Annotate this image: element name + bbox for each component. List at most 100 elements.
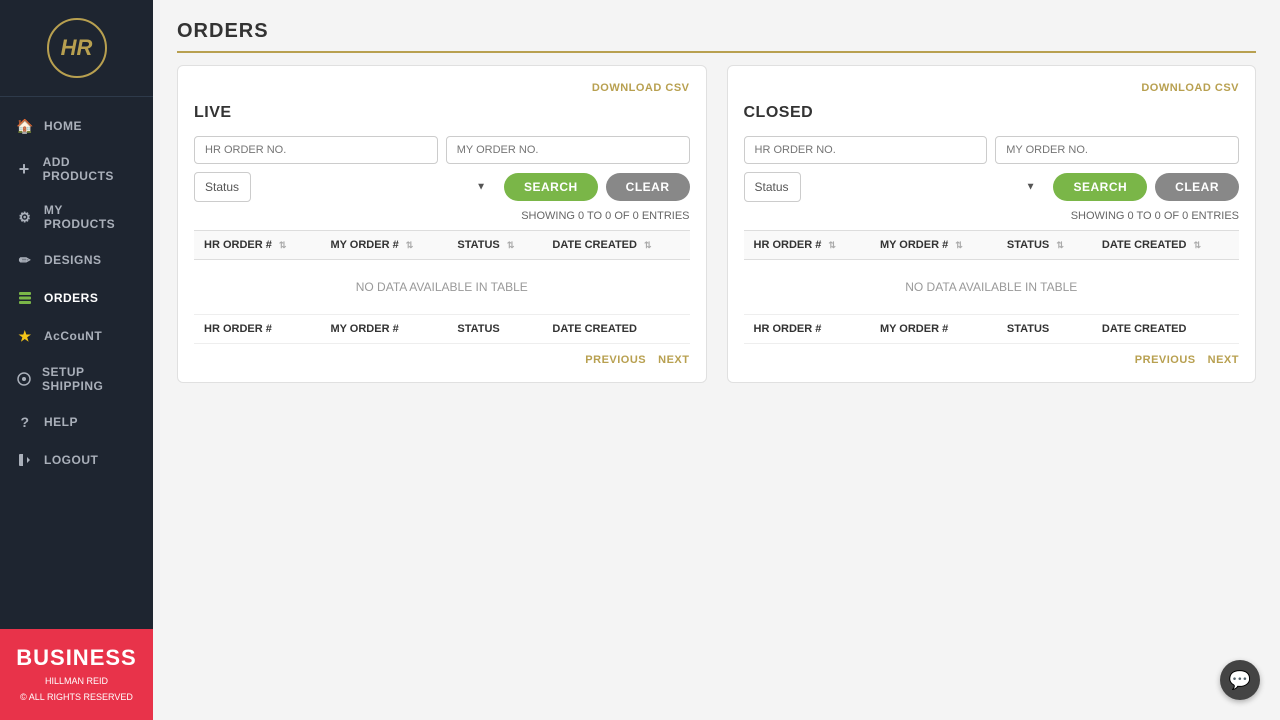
sidebar-item-orders[interactable]: ORDERS xyxy=(0,279,153,317)
live-table-footer: HR ORDER # MY ORDER # STATUS DATE CREATE… xyxy=(194,315,690,344)
star-icon: ★ xyxy=(16,327,34,345)
sidebar-label-orders: ORDERS xyxy=(44,291,98,305)
live-my-order-input[interactable] xyxy=(446,136,690,164)
live-footer-hr-order: HR ORDER # xyxy=(194,315,320,344)
live-col-hr-order[interactable]: HR ORDER # ⇅ xyxy=(194,231,320,260)
closed-col-date-created[interactable]: DATE CREATED ⇅ xyxy=(1092,231,1239,260)
closed-table-header: HR ORDER # ⇅ MY ORDER # ⇅ STATUS ⇅ DAT xyxy=(744,231,1240,260)
live-status-select[interactable]: Status xyxy=(194,172,251,202)
sidebar-navigation: 🏠 HOME + ADD PRODUCTS ⚙ MY PRODUCTS ✏ DE… xyxy=(0,97,153,629)
orders-grid: DOWNLOAD CSV LIVE Status SEARCH CLEAR SH… xyxy=(177,65,1256,383)
page-title: ORDERS xyxy=(177,20,1256,53)
home-icon: 🏠 xyxy=(16,117,34,135)
closed-sort-icon-my-order: ⇅ xyxy=(955,240,963,250)
live-footer-my-order: MY ORDER # xyxy=(320,315,447,344)
closed-download-csv-link[interactable]: DOWNLOAD CSV xyxy=(1141,82,1239,94)
live-footer-date-created: DATE CREATED xyxy=(542,315,689,344)
live-status-wrapper: Status xyxy=(194,172,496,202)
add-icon: + xyxy=(16,160,33,178)
business-label: BUSINESS xyxy=(16,645,137,671)
live-filter-row-2: Status SEARCH CLEAR xyxy=(194,172,690,202)
sidebar-label-designs: DESIGNS xyxy=(44,253,102,267)
sidebar: HR 🏠 HOME + ADD PRODUCTS ⚙ MY PRODUCTS ✏… xyxy=(0,0,153,720)
live-pagination: PREVIOUS NEXT xyxy=(194,354,690,366)
sidebar-label-logout: LOGOUT xyxy=(44,453,98,467)
logo-icon: HR xyxy=(47,18,107,78)
company-name: HILLMAN REID xyxy=(16,675,137,688)
closed-col-hr-order[interactable]: HR ORDER # ⇅ xyxy=(744,231,870,260)
closed-my-order-input[interactable] xyxy=(995,136,1239,164)
live-filter-row-1 xyxy=(194,136,690,164)
sidebar-item-logout[interactable]: LOGOUT xyxy=(0,441,153,479)
closed-section-title: CLOSED xyxy=(744,104,1240,122)
sidebar-item-account[interactable]: ★ AcCouNT xyxy=(0,317,153,355)
sort-icon-date-created: ⇅ xyxy=(644,240,652,250)
live-no-data-row: NO DATA AVAILABLE IN TABLE xyxy=(194,260,690,315)
sidebar-label-add-products: ADD PRODUCTS xyxy=(43,155,137,183)
live-table-header: HR ORDER # ⇅ MY ORDER # ⇅ STATUS ⇅ DAT xyxy=(194,231,690,260)
live-previous-link[interactable]: PREVIOUS xyxy=(585,354,646,366)
live-col-date-created[interactable]: DATE CREATED ⇅ xyxy=(542,231,689,260)
live-table: HR ORDER # ⇅ MY ORDER # ⇅ STATUS ⇅ DAT xyxy=(194,230,690,344)
sidebar-item-add-products[interactable]: + ADD PRODUCTS xyxy=(0,145,153,193)
closed-panel-top: DOWNLOAD CSV xyxy=(744,82,1240,94)
sidebar-logo: HR xyxy=(0,0,153,97)
closed-pagination: PREVIOUS NEXT xyxy=(744,354,1240,366)
closed-filter-row-2: Status SEARCH CLEAR xyxy=(744,172,1240,202)
closed-no-data-cell: NO DATA AVAILABLE IN TABLE xyxy=(744,260,1240,315)
closed-showing-text: SHOWING 0 TO 0 OF 0 ENTRIES xyxy=(744,210,1240,222)
sort-icon-status: ⇅ xyxy=(507,240,515,250)
logout-icon xyxy=(16,451,34,469)
closed-panel: DOWNLOAD CSV CLOSED Status SEARCH CLEAR … xyxy=(727,65,1257,383)
closed-sort-icon-status: ⇅ xyxy=(1056,240,1064,250)
closed-status-wrapper: Status xyxy=(744,172,1046,202)
closed-clear-button[interactable]: CLEAR xyxy=(1155,173,1239,201)
live-clear-button[interactable]: CLEAR xyxy=(606,173,690,201)
live-no-data-cell: NO DATA AVAILABLE IN TABLE xyxy=(194,260,690,315)
gear-icon: ⚙ xyxy=(16,208,34,226)
sidebar-label-setup-shipping: SETUP SHIPPING xyxy=(42,365,137,393)
closed-table-body: NO DATA AVAILABLE IN TABLE xyxy=(744,260,1240,315)
live-next-link[interactable]: NEXT xyxy=(658,354,689,366)
closed-footer-date-created: DATE CREATED xyxy=(1092,315,1239,344)
live-section-title: LIVE xyxy=(194,104,690,122)
closed-col-my-order[interactable]: MY ORDER # ⇅ xyxy=(870,231,997,260)
live-panel-top: DOWNLOAD CSV xyxy=(194,82,690,94)
pencil-icon: ✏ xyxy=(16,251,34,269)
closed-filter-row-1 xyxy=(744,136,1240,164)
closed-footer-status: STATUS xyxy=(997,315,1092,344)
live-download-csv-link[interactable]: DOWNLOAD CSV xyxy=(592,82,690,94)
live-col-status[interactable]: STATUS ⇅ xyxy=(447,231,542,260)
closed-sort-icon-date-created: ⇅ xyxy=(1194,240,1202,250)
closed-search-button[interactable]: SEARCH xyxy=(1053,173,1147,201)
live-col-my-order[interactable]: MY ORDER # ⇅ xyxy=(320,231,447,260)
closed-sort-icon-hr-order: ⇅ xyxy=(828,240,836,250)
closed-next-link[interactable]: NEXT xyxy=(1208,354,1239,366)
help-icon: ? xyxy=(16,413,34,431)
sidebar-item-my-products[interactable]: ⚙ MY PRODUCTS xyxy=(0,193,153,241)
live-search-button[interactable]: SEARCH xyxy=(504,173,598,201)
sort-icon-hr-order: ⇅ xyxy=(279,240,287,250)
sidebar-label-account: AcCouNT xyxy=(44,329,102,343)
closed-previous-link[interactable]: PREVIOUS xyxy=(1135,354,1196,366)
closed-col-status[interactable]: STATUS ⇅ xyxy=(997,231,1092,260)
live-panel: DOWNLOAD CSV LIVE Status SEARCH CLEAR SH… xyxy=(177,65,707,383)
sidebar-item-help[interactable]: ? HELP xyxy=(0,403,153,441)
orders-icon xyxy=(16,289,34,307)
sidebar-item-home[interactable]: 🏠 HOME xyxy=(0,107,153,145)
live-footer-status: STATUS xyxy=(447,315,542,344)
rights-text: © ALL RIGHTS RESERVED xyxy=(16,691,137,704)
closed-hr-order-input[interactable] xyxy=(744,136,988,164)
sidebar-item-setup-shipping[interactable]: SETUP SHIPPING xyxy=(0,355,153,403)
live-hr-order-input[interactable] xyxy=(194,136,438,164)
closed-no-data-row: NO DATA AVAILABLE IN TABLE xyxy=(744,260,1240,315)
sidebar-label-my-products: MY PRODUCTS xyxy=(44,203,137,231)
closed-footer-my-order: MY ORDER # xyxy=(870,315,997,344)
sidebar-label-home: HOME xyxy=(44,119,82,133)
sidebar-item-designs[interactable]: ✏ DESIGNS xyxy=(0,241,153,279)
chat-button[interactable]: 💬 xyxy=(1220,660,1260,700)
sidebar-bottom-business[interactable]: BUSINESS HILLMAN REID © ALL RIGHTS RESER… xyxy=(0,629,153,720)
closed-status-select[interactable]: Status xyxy=(744,172,801,202)
closed-table: HR ORDER # ⇅ MY ORDER # ⇅ STATUS ⇅ DAT xyxy=(744,230,1240,344)
closed-table-footer: HR ORDER # MY ORDER # STATUS DATE CREATE… xyxy=(744,315,1240,344)
